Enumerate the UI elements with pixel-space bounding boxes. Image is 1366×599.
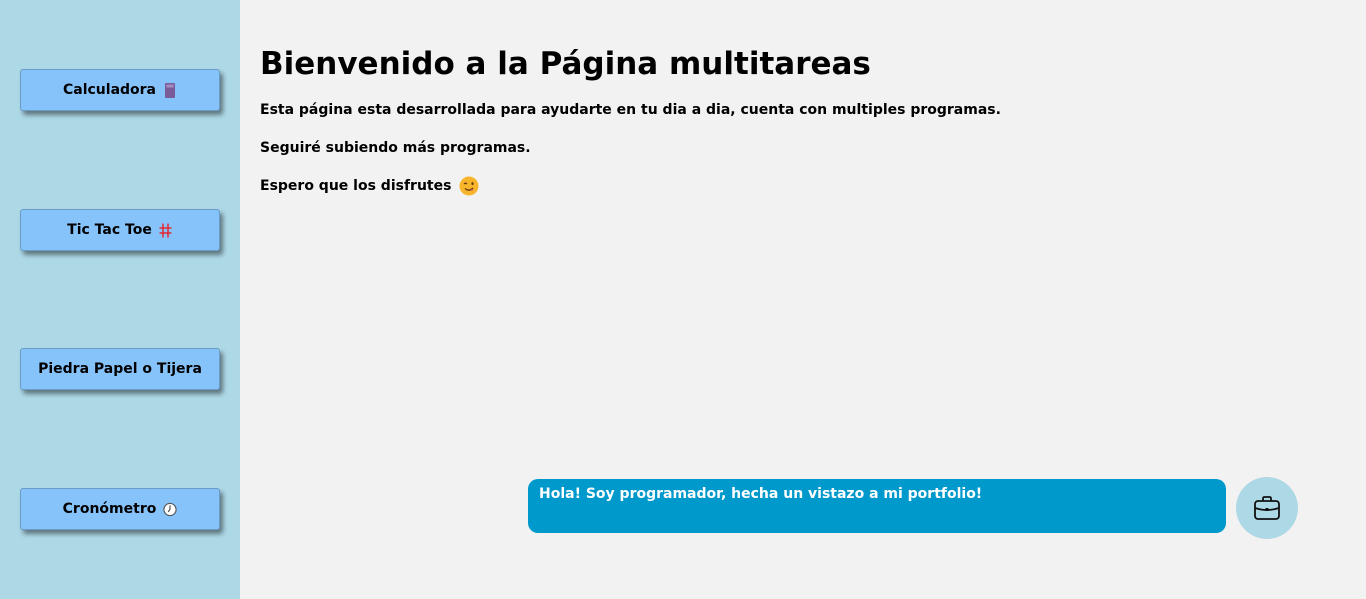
page-title: Bienvenido a la Página multitareas <box>260 46 871 82</box>
calculator-button-label: Calculadora <box>62 82 157 98</box>
stopwatch-button-label: Cronómetro <box>62 501 157 517</box>
tic-tac-toe-button[interactable]: Tic Tac Toe <box>20 209 220 251</box>
portfolio-button[interactable] <box>1236 477 1298 539</box>
intro-paragraph: Esta página esta desarrollada para ayuda… <box>260 102 1001 118</box>
hash-icon <box>159 222 173 238</box>
enjoy-text: Espero que los disfrutes <box>260 178 452 194</box>
stopwatch-button[interactable]: Cronómetro <box>20 488 220 530</box>
chat-message: Hola! Soy programador, hecha un vistazo … <box>539 486 983 502</box>
rock-paper-scissors-button-label: Piedra Papel o Tijera <box>38 361 202 377</box>
rock-paper-scissors-button[interactable]: Piedra Papel o Tijera <box>20 348 220 390</box>
calculator-icon <box>163 82 177 98</box>
update-paragraph: Seguiré subiendo más programas. <box>260 140 531 156</box>
sidebar: Calculadora Tic Tac Toe Piedra Papel o T… <box>0 0 240 599</box>
stopwatch-icon <box>163 501 177 517</box>
winking-face-icon <box>459 176 479 196</box>
chat-bubble: Hola! Soy programador, hecha un vistazo … <box>528 479 1226 533</box>
tic-tac-toe-button-label: Tic Tac Toe <box>67 222 152 238</box>
calculator-button[interactable]: Calculadora <box>20 69 220 111</box>
main-content: Bienvenido a la Página multitareas Esta … <box>260 0 1340 196</box>
enjoy-paragraph: Espero que los disfrutes <box>260 176 1340 196</box>
briefcase-icon <box>1254 496 1280 520</box>
page: Calculadora Tic Tac Toe Piedra Papel o T… <box>0 0 1366 599</box>
